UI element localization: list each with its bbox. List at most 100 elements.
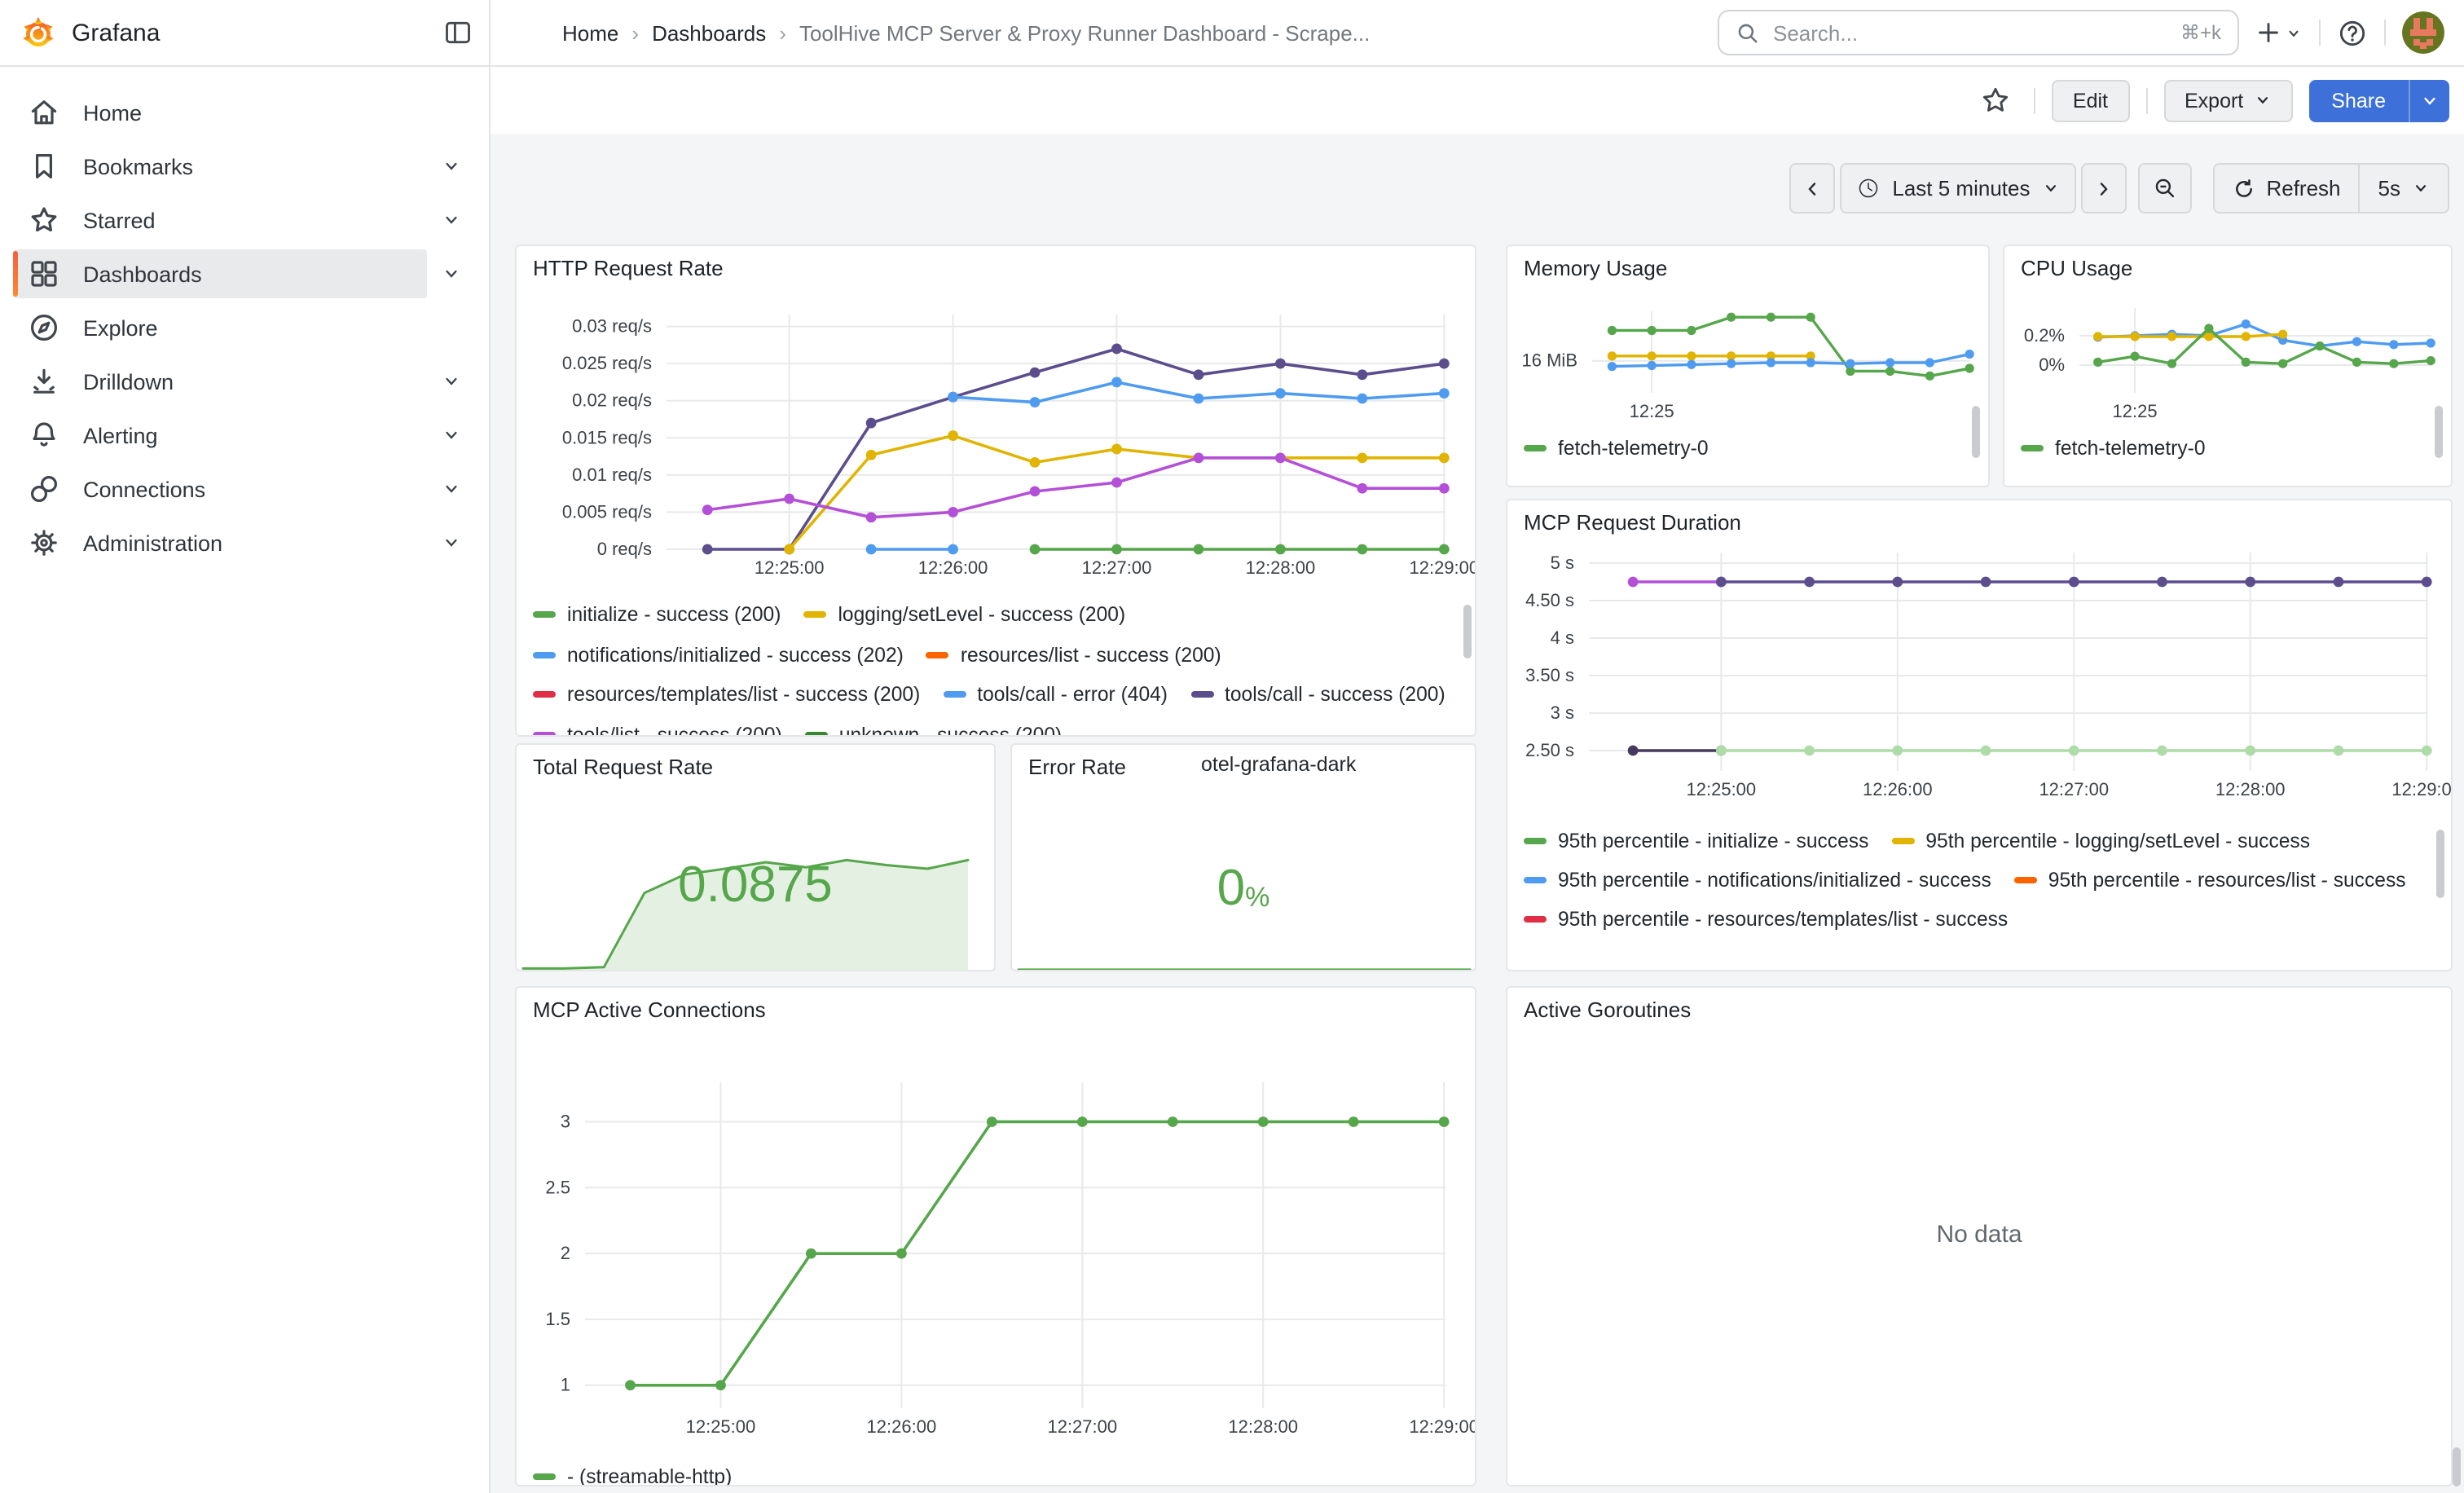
bookmark-icon xyxy=(28,150,60,183)
legend-scrollbar[interactable] xyxy=(2435,406,2443,458)
favorite-star-icon[interactable] xyxy=(1980,85,2011,116)
panel-title: Total Request Rate xyxy=(533,755,713,779)
legend-item[interactable]: unknown - success (200) xyxy=(805,715,1062,737)
svg-text:3: 3 xyxy=(561,1111,570,1131)
legend-item[interactable]: tools/call - success (200) xyxy=(1190,675,1445,715)
legend-item[interactable]: initialize - success (200) xyxy=(533,595,781,635)
sidebar-item[interactable]: Bookmarks xyxy=(13,142,476,191)
share-button[interactable]: Share xyxy=(2308,79,2409,121)
export-button[interactable]: Export xyxy=(2163,79,2292,121)
chevron-down-icon[interactable] xyxy=(427,156,476,176)
svg-text:0.015 req/s: 0.015 req/s xyxy=(562,427,652,447)
mcp-active-connections-chart[interactable]: 32.521.5112:25:0012:26:0012:27:0012:28:0… xyxy=(517,988,1475,1451)
svg-text:12:25: 12:25 xyxy=(2113,401,2158,421)
panel-title: MCP Active Connections xyxy=(533,998,766,1022)
panel-title: HTTP Request Rate xyxy=(533,256,724,280)
zoom-out-button[interactable] xyxy=(2137,163,2191,214)
legend-swatch xyxy=(533,1474,556,1481)
refresh-interval-picker[interactable]: 5s xyxy=(2359,165,2448,212)
breadcrumb-item[interactable]: ToolHive MCP Server & Proxy Runner Dashb… xyxy=(799,20,1370,45)
panel-memory-usage: Memory Usage 16 MiB12:25 fetch-telemetry… xyxy=(1506,244,1990,487)
dashboard-toolbar: Edit Export Share xyxy=(491,67,2464,134)
panel-title: Active Goroutines xyxy=(1524,998,1691,1022)
home-icon xyxy=(28,96,60,129)
search-shortcut: ⌘+k xyxy=(2180,21,2221,44)
svg-text:12:27:00: 12:27:00 xyxy=(2039,779,2109,799)
sidebar-item[interactable]: Dashboards xyxy=(13,249,476,298)
refresh-button[interactable]: Refresh xyxy=(2214,165,2358,212)
legend-item[interactable]: - (streamable-http) xyxy=(533,1457,732,1486)
chevron-down-icon[interactable] xyxy=(427,479,476,499)
breadcrumb-separator: › xyxy=(779,20,786,45)
chevron-down-icon[interactable] xyxy=(427,264,476,284)
panel-active-goroutines: Active Goroutines No data xyxy=(1506,986,2453,1486)
legend-item[interactable]: fetch-telemetry-0 xyxy=(2021,429,2206,469)
legend-item[interactable]: tools/list - success (200) xyxy=(533,715,782,737)
refresh-icon xyxy=(2232,177,2255,200)
legend-item[interactable]: tools/call - error (404) xyxy=(943,675,1168,715)
legend-item[interactable]: resources/list - success (200) xyxy=(926,635,1221,675)
page-scrollbar[interactable] xyxy=(2453,1447,2461,1486)
time-range-picker[interactable]: Last 5 minutes xyxy=(1840,163,2075,214)
chevron-left-icon xyxy=(1802,178,1822,198)
legend-swatch xyxy=(533,652,556,658)
svg-text:12:26:00: 12:26:00 xyxy=(918,557,988,578)
legend-item[interactable]: 95th percentile - resources/templates/li… xyxy=(1524,900,2008,939)
chevron-down-icon[interactable] xyxy=(427,372,476,391)
legend-item[interactable]: 95th percentile - notifications/initiali… xyxy=(1524,861,1991,900)
sidebar-item-label: Drilldown xyxy=(83,369,174,394)
legend-scrollbar[interactable] xyxy=(1463,605,1472,658)
panel-title: CPU Usage xyxy=(2021,256,2132,280)
legend-item[interactable]: 95th percentile - logging/setLevel - suc… xyxy=(1891,821,2310,861)
sidebar-item[interactable]: Explore xyxy=(13,303,476,352)
add-button[interactable] xyxy=(2255,20,2303,46)
sidebar-item[interactable]: Home xyxy=(13,88,476,137)
http-request-rate-chart[interactable]: 0 req/s0.005 req/s0.01 req/s0.015 req/s0… xyxy=(517,246,1475,592)
legend-item[interactable]: 95th percentile - resources/list - succe… xyxy=(2014,861,2406,900)
legend-item[interactable]: resources/templates/list - success (200) xyxy=(533,675,920,715)
legend-item[interactable]: logging/setLevel - success (200) xyxy=(803,595,1125,635)
help-icon[interactable] xyxy=(2337,17,2368,48)
user-avatar[interactable] xyxy=(2402,11,2444,54)
chevron-down-icon[interactable] xyxy=(427,210,476,230)
grafana-logo[interactable] xyxy=(21,15,55,50)
toolbar-divider xyxy=(2034,87,2035,113)
sidebar-toggle-icon[interactable] xyxy=(443,18,473,47)
breadcrumb-item[interactable]: Dashboards xyxy=(652,20,766,45)
chevron-down-icon[interactable] xyxy=(427,425,476,445)
svg-text:5 s: 5 s xyxy=(1551,553,1574,573)
mcp-request-duration-chart[interactable]: 5 s4.50 s4 s3.50 s3 s2.50 s12:25:0012:26… xyxy=(1507,500,2451,813)
legend-scrollbar[interactable] xyxy=(2436,830,2444,898)
time-shift-forward-button[interactable] xyxy=(2080,163,2126,214)
chevron-down-icon xyxy=(2412,179,2430,197)
svg-text:0.03 req/s: 0.03 req/s xyxy=(572,316,652,337)
chevron-down-icon xyxy=(2253,91,2271,109)
share-split-button[interactable]: Share xyxy=(2308,79,2449,121)
svg-text:2: 2 xyxy=(561,1243,570,1263)
legend-item[interactable]: 95th percentile - initialize - success xyxy=(1524,821,1868,861)
chevron-right-icon xyxy=(2093,178,2113,198)
sidebar-item[interactable]: Administration xyxy=(13,518,476,567)
legend-item[interactable]: notifications/initialized - success (202… xyxy=(533,635,904,675)
svg-text:0.005 req/s: 0.005 req/s xyxy=(562,501,652,522)
chevron-down-icon[interactable] xyxy=(427,533,476,553)
svg-text:12:27:00: 12:27:00 xyxy=(1082,557,1152,578)
legend-item[interactable]: fetch-telemetry-0 xyxy=(1524,429,1709,469)
panel-http-request-rate: HTTP Request Rate 0 req/s0.005 req/s0.01… xyxy=(515,244,1476,737)
sidebar-item[interactable]: Connections xyxy=(13,465,476,513)
breadcrumb-item[interactable]: Home xyxy=(562,20,618,45)
legend-scrollbar[interactable] xyxy=(1972,406,1980,458)
toolbar-divider xyxy=(2145,87,2147,113)
breadcrumb-separator: › xyxy=(631,20,639,45)
legend-swatch xyxy=(533,612,556,619)
panel-cpu-usage: CPU Usage 0.2%0%12:25 fetch-telemetry-0 xyxy=(2003,244,2453,487)
edit-button[interactable]: Edit xyxy=(2052,79,2129,121)
search-box[interactable]: ⌘+k xyxy=(1718,10,2239,55)
sidebar-item[interactable]: Alerting xyxy=(13,411,476,460)
grid-icon xyxy=(28,258,60,290)
share-caret[interactable] xyxy=(2409,79,2449,121)
time-shift-back-button[interactable] xyxy=(1789,163,1835,214)
sidebar-item[interactable]: Starred xyxy=(13,196,476,244)
search-input[interactable] xyxy=(1770,19,2171,46)
sidebar-item[interactable]: Drilldown xyxy=(13,357,476,406)
